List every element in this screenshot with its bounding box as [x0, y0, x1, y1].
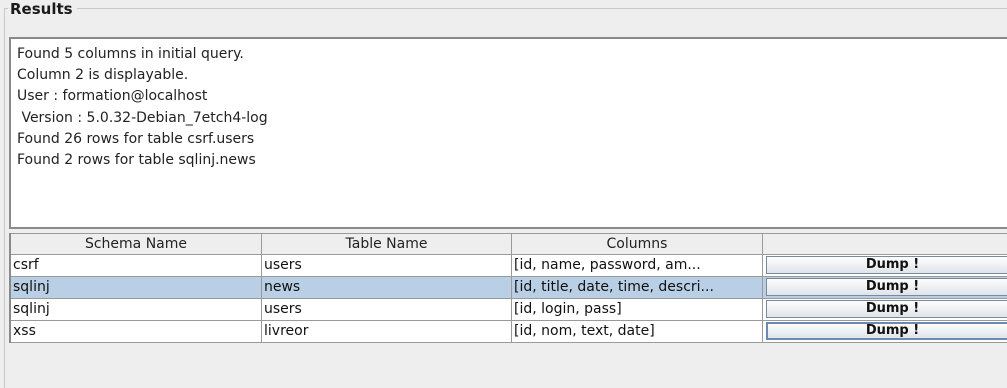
table-name-cell[interactable]: livreor — [262, 321, 512, 343]
table-row[interactable]: xss livreor [id, nom, text, date] Dump ! — [11, 321, 1007, 343]
column-header-action[interactable] — [763, 233, 1007, 255]
tables-table: Schema Name Table Name Columns csrf user… — [9, 233, 1007, 343]
results-log[interactable]: Found 5 columns in initial query. Column… — [9, 37, 1007, 229]
table-row[interactable]: csrf users [id, name, password, am... Du… — [11, 255, 1007, 277]
table-name-cell[interactable]: users — [262, 255, 512, 277]
schema-cell[interactable]: sqlinj — [11, 299, 262, 321]
dump-button[interactable]: Dump ! — [766, 300, 1007, 318]
dump-button[interactable]: Dump ! — [766, 322, 1007, 340]
columns-cell[interactable]: [id, name, password, am... — [512, 255, 763, 277]
columns-cell[interactable]: [id, login, pass] — [512, 299, 763, 321]
action-cell: Dump ! — [763, 255, 1007, 277]
columns-cell[interactable]: [id, nom, text, date] — [512, 321, 763, 343]
column-header-columns[interactable]: Columns — [512, 233, 763, 255]
column-header-schema[interactable]: Schema Name — [11, 233, 262, 255]
log-line: Version : 5.0.32-Debian_7etch4-log — [17, 109, 268, 126]
table-header-row: Schema Name Table Name Columns — [11, 233, 1007, 255]
schema-cell[interactable]: sqlinj — [11, 277, 262, 299]
table-row[interactable]: sqlinj users [id, login, pass] Dump ! — [11, 299, 1007, 321]
results-panel-title: Results — [8, 0, 77, 18]
columns-cell[interactable]: [id, title, date, time, descri... — [512, 277, 763, 299]
table-name-cell[interactable]: users — [262, 299, 512, 321]
log-line: Found 5 columns in initial query. — [17, 46, 244, 62]
table-name-cell[interactable]: news — [262, 277, 512, 299]
log-line: Column 2 is displayable. — [17, 67, 189, 84]
log-line: Found 2 rows for table sqlinj.news — [17, 152, 256, 169]
column-header-table[interactable]: Table Name — [262, 233, 512, 255]
schema-cell[interactable]: xss — [11, 321, 262, 343]
schema-cell[interactable]: csrf — [11, 255, 262, 277]
dump-button[interactable]: Dump ! — [766, 278, 1007, 296]
log-line: Found 26 rows for table csrf.users — [17, 130, 255, 147]
dump-button[interactable]: Dump ! — [766, 256, 1007, 274]
action-cell: Dump ! — [763, 277, 1007, 299]
action-cell: Dump ! — [763, 299, 1007, 321]
action-cell: Dump ! — [763, 321, 1007, 343]
table-row[interactable]: sqlinj news [id, title, date, time, desc… — [11, 277, 1007, 299]
log-line: User : formation@localhost — [17, 88, 208, 105]
